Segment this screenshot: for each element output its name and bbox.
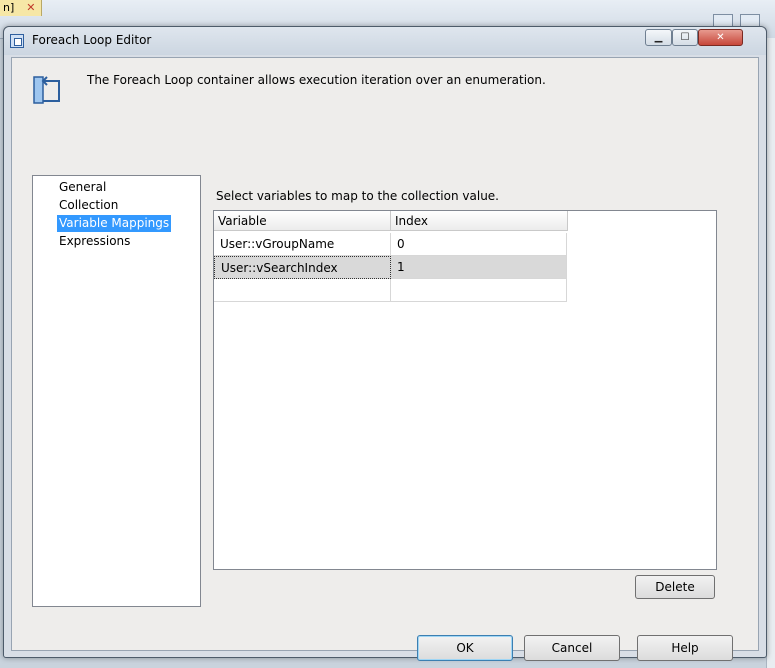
dialog-title: Foreach Loop Editor [32, 33, 152, 47]
ide-side-panel [766, 38, 775, 668]
delete-button[interactable]: Delete [635, 575, 715, 599]
table-cell-index-new[interactable] [391, 279, 567, 302]
mapping-instruction: Select variables to map to the collectio… [216, 189, 499, 203]
table-cell-index[interactable]: 0 [391, 233, 567, 256]
dialog-client-area: The Foreach Loop container allows execut… [11, 57, 759, 661]
close-tab-icon: ✕ [26, 1, 36, 14]
maximize-button[interactable]: ☐ [672, 29, 698, 46]
table-cell-index[interactable]: 1 [391, 256, 567, 279]
foreach-container-icon [33, 76, 60, 104]
ide-document-tab: n] ✕ [0, 0, 42, 16]
column-header-index[interactable]: Index [391, 211, 568, 231]
variable-mappings-grid[interactable]: Variable Index User::vGroupName 0 User::… [213, 210, 717, 570]
dialog-description: The Foreach Loop container allows execut… [87, 73, 546, 87]
nav-item-collection[interactable]: Collection [57, 197, 120, 214]
title-bar[interactable]: Foreach Loop Editor ▁ ☐ ✕ [4, 27, 766, 55]
foreach-loop-icon [10, 34, 24, 48]
help-button[interactable]: Help [637, 635, 733, 661]
nav-item-expressions[interactable]: Expressions [57, 233, 132, 250]
page-navigation-list[interactable]: General Collection Variable Mappings Exp… [32, 175, 201, 607]
close-button[interactable]: ✕ [698, 29, 743, 46]
foreach-loop-editor-dialog: Foreach Loop Editor ▁ ☐ ✕ The Foreach Lo… [3, 26, 767, 661]
cancel-button[interactable]: Cancel [524, 635, 620, 661]
table-cell-variable-new[interactable] [214, 279, 391, 302]
nav-item-variable-mappings[interactable]: Variable Mappings [57, 215, 172, 232]
ok-button[interactable]: OK [417, 635, 513, 661]
table-cell-variable[interactable]: User::vGroupName [214, 233, 391, 256]
minimize-button[interactable]: ▁ [645, 29, 672, 46]
column-header-variable[interactable]: Variable [214, 211, 391, 231]
table-cell-variable[interactable]: User::vSearchIndex [214, 256, 391, 279]
nav-item-general[interactable]: General [57, 179, 108, 196]
